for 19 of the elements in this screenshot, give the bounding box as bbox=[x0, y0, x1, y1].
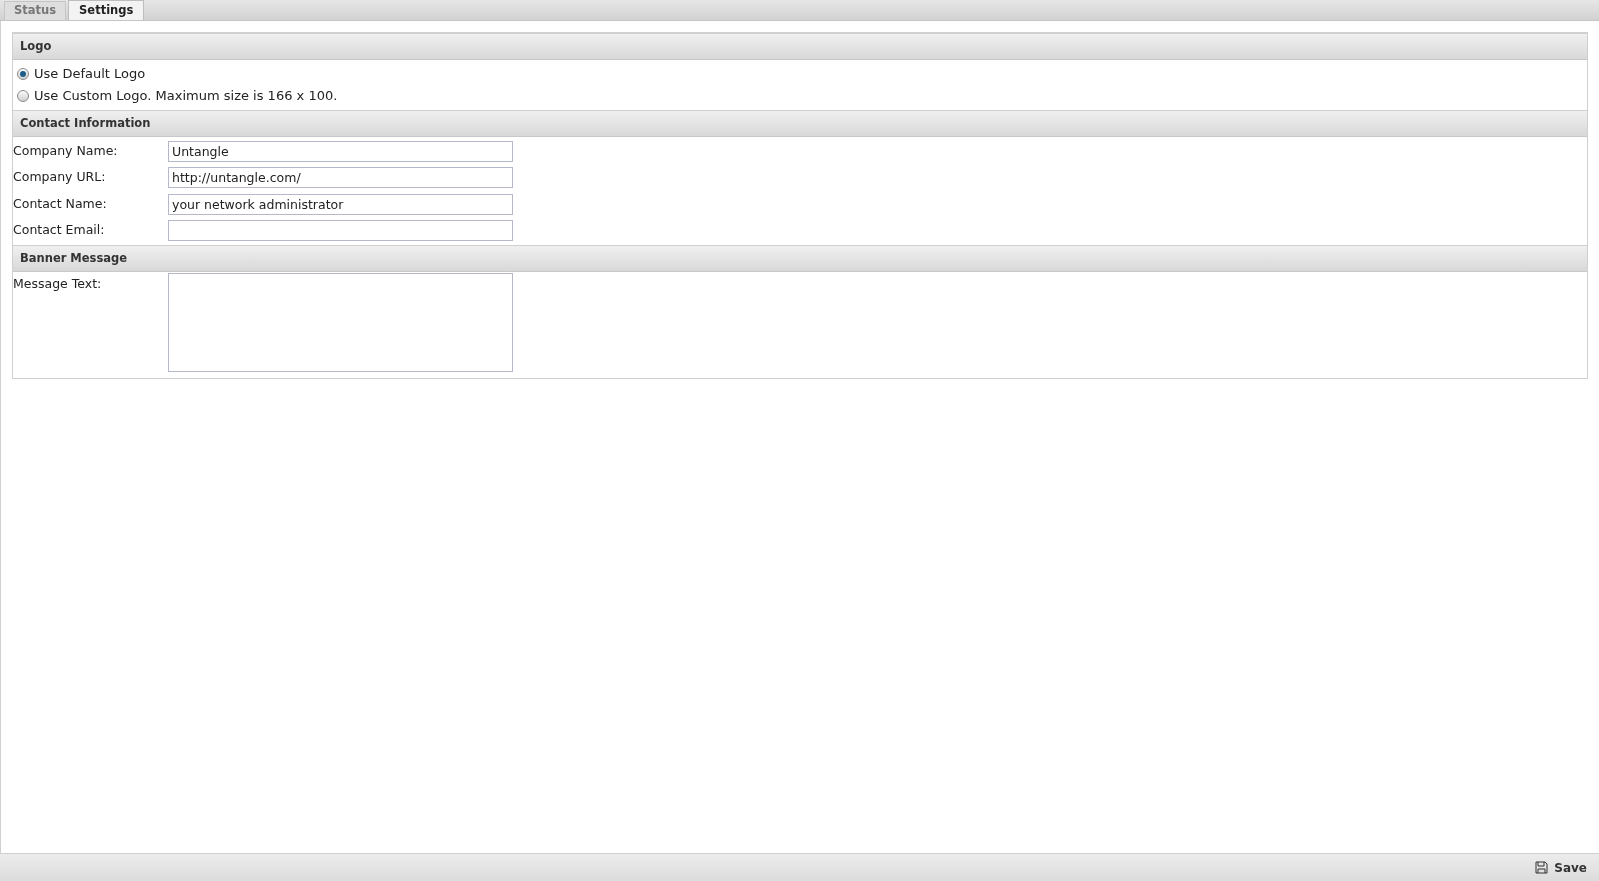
tab[interactable]: Settings bbox=[68, 0, 145, 20]
message-textarea[interactable] bbox=[168, 273, 513, 372]
field-label: Contact Name: bbox=[13, 194, 108, 213]
radio-button[interactable] bbox=[17, 90, 29, 102]
field-label: Contact Email: bbox=[13, 221, 106, 240]
field-label: Company Name: bbox=[13, 141, 119, 160]
section-header: Contact Information bbox=[13, 110, 1587, 137]
radio-button[interactable] bbox=[17, 68, 29, 80]
text-field[interactable] bbox=[168, 220, 513, 242]
text-field[interactable]: http://untangle.com/ bbox=[168, 167, 513, 189]
text-field[interactable]: your network administrator bbox=[168, 193, 513, 215]
radio-label: Use Default Logo bbox=[34, 65, 146, 84]
save-button[interactable]: Save bbox=[1533, 858, 1589, 877]
radio-label: Use Custom Logo. Maximum size is 166 x 100. bbox=[34, 87, 338, 106]
section-header: Logo bbox=[13, 33, 1587, 60]
field-label: Message Text: bbox=[13, 275, 103, 293]
text-field[interactable]: Untangle bbox=[168, 140, 513, 162]
field-label: Company URL: bbox=[13, 168, 107, 187]
section-header: Banner Message bbox=[13, 245, 1587, 272]
